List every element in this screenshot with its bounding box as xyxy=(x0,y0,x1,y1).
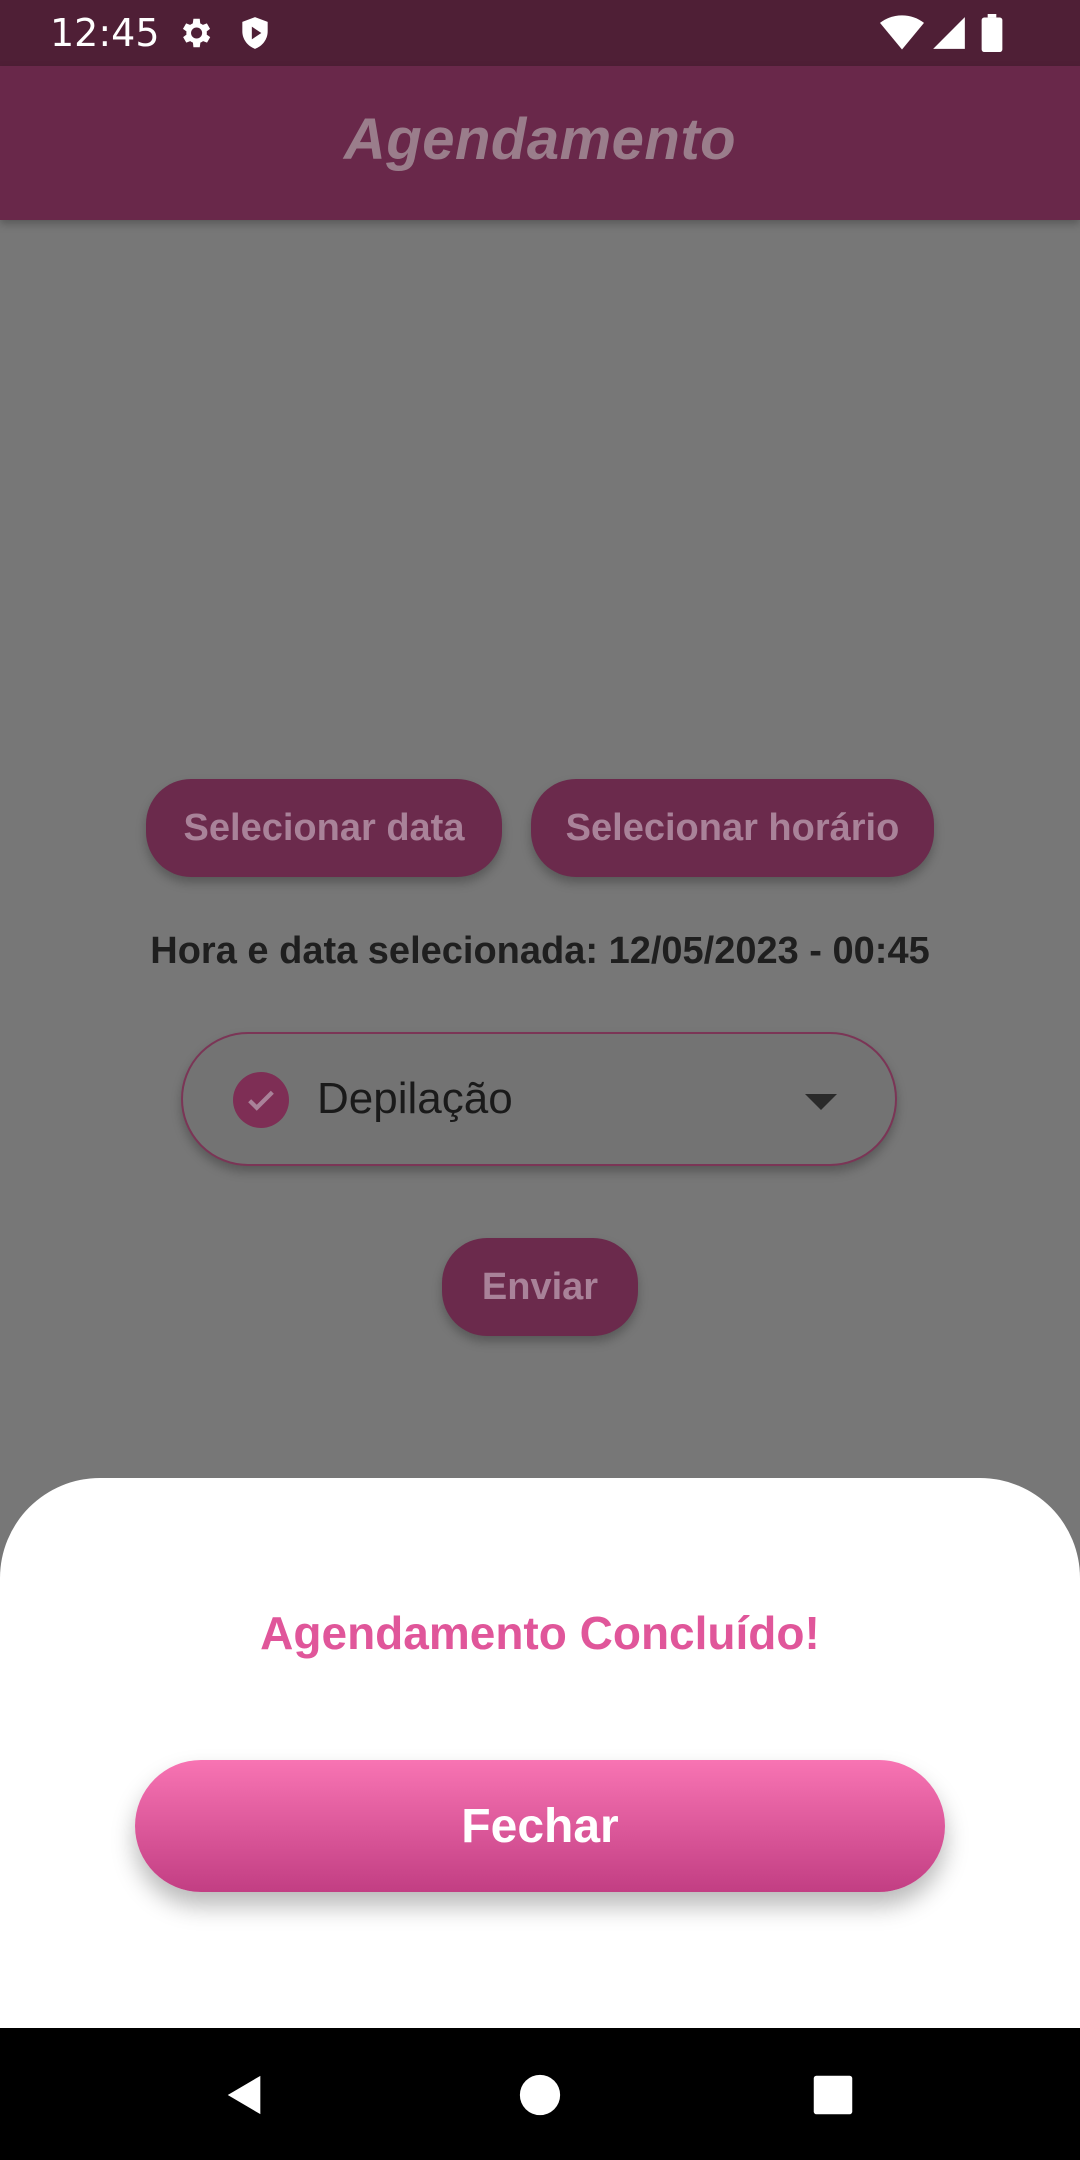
selected-datetime-text: Hora e data selecionada: 12/05/2023 - 00… xyxy=(150,930,930,972)
back-icon[interactable] xyxy=(222,2072,268,2118)
battery-icon xyxy=(980,14,1004,53)
chevron-down-icon xyxy=(805,1094,837,1110)
close-button[interactable]: Fechar xyxy=(135,1760,945,1892)
status-bar: 12:45 xyxy=(0,0,1080,66)
service-dropdown-value: Depilação xyxy=(317,1074,513,1123)
home-icon[interactable] xyxy=(517,2072,563,2118)
page-title: Agendamento xyxy=(343,107,737,172)
recents-icon[interactable] xyxy=(812,2074,854,2116)
status-time: 12:45 xyxy=(50,11,160,55)
wifi-icon xyxy=(880,14,924,52)
gear-icon xyxy=(176,14,214,52)
check-circle-icon xyxy=(233,1072,289,1128)
sheet-title: Agendamento Concluído! xyxy=(260,1607,820,1659)
confirmation-bottom-sheet: Agendamento Concluído! Fechar xyxy=(0,1478,1080,2028)
app-bar: Agendamento xyxy=(0,66,1080,220)
select-date-button[interactable]: Selecionar data xyxy=(146,779,502,877)
submit-button[interactable]: Enviar xyxy=(442,1238,638,1336)
signal-icon xyxy=(930,14,968,52)
system-nav-bar xyxy=(0,2028,1080,2160)
service-dropdown[interactable]: Depilação xyxy=(181,1032,897,1166)
shield-play-icon xyxy=(236,14,274,52)
select-time-button[interactable]: Selecionar horário xyxy=(531,779,934,877)
